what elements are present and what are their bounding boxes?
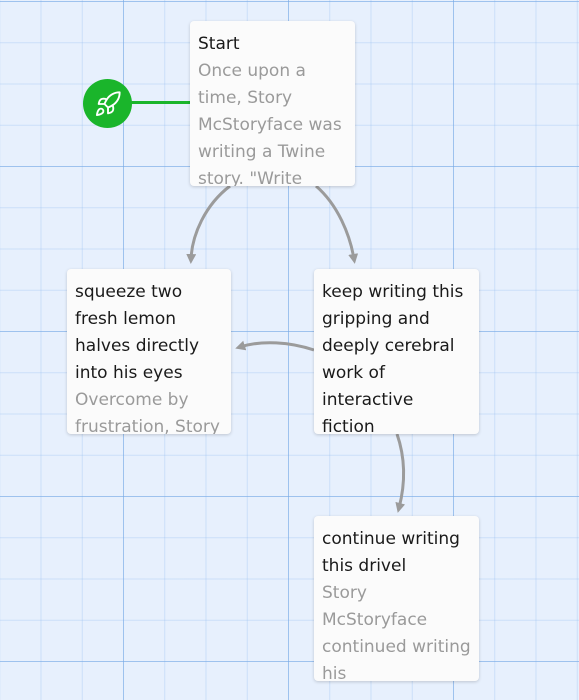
start-passage-marker (83, 79, 132, 128)
passage-name: keep writing this gripping and deeply ce… (322, 282, 464, 434)
passage-excerpt: Story McStoryface continued writing his (322, 583, 471, 681)
passage-name: continue writing this drivel (322, 529, 460, 576)
link-keep-to-squeeze (235, 340, 315, 352)
story-map-canvas[interactable]: Start Once upon a time, Story McStoryfac… (0, 0, 579, 700)
passage-card-continue-writing[interactable]: continue writing this drivel Story McSto… (314, 516, 479, 681)
passage-excerpt: Once upon a time, Story McStoryface was … (198, 61, 342, 186)
start-marker-connector (130, 101, 191, 104)
passage-excerpt: Overcome by frustration, Story (75, 390, 220, 434)
passage-name: Start (198, 34, 240, 54)
link-keep-to-continue (395, 433, 406, 513)
passage-card-squeeze-lemon[interactable]: squeeze two fresh lemon halves directly … (67, 269, 231, 434)
passage-name: squeeze two fresh lemon halves directly … (75, 282, 200, 383)
passage-card-start[interactable]: Start Once upon a time, Story McStoryfac… (190, 21, 355, 186)
passage-card-keep-writing[interactable]: keep writing this gripping and deeply ce… (314, 269, 479, 434)
link-start-to-keep (315, 184, 359, 264)
link-start-to-squeeze (186, 184, 231, 264)
rocket-icon (95, 90, 121, 116)
